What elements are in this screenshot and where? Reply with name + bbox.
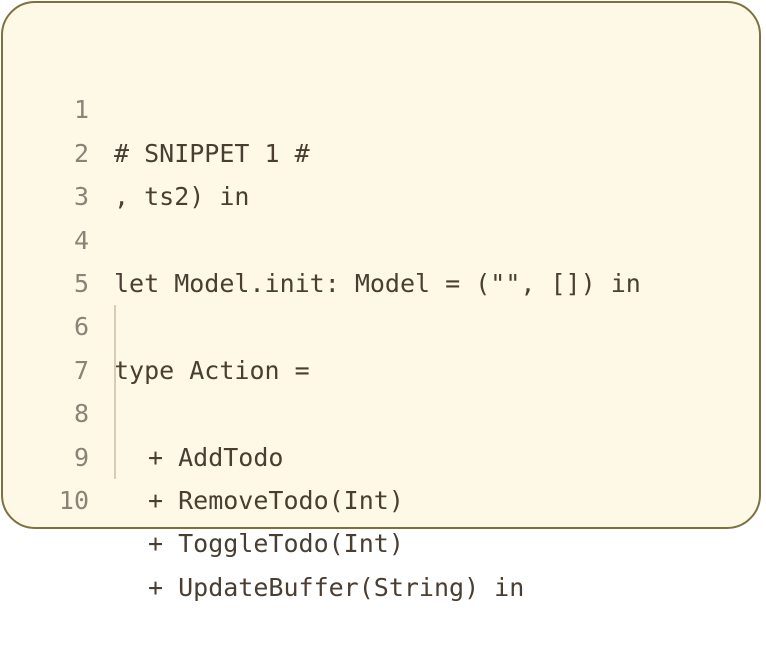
code-line-4: 4 let Model.init: Model = ("", []) in [3, 175, 759, 298]
code-block: 1 # SNIPPET 1 # 2 , ts2) in 3 4 let Mode… [3, 45, 759, 602]
line-text: + UpdateBuffer(String) in [148, 572, 525, 602]
code-line-1: 1 # SNIPPET 1 # [3, 45, 759, 167]
code-line-5: 5 [3, 219, 759, 298]
indent-guide [114, 435, 116, 479]
code-line-2: 2 , ts2) in [3, 88, 759, 211]
code-line-6: 6 type Action = [3, 262, 759, 384]
code-line-3: 3 [3, 132, 759, 211]
indent-guide [114, 305, 116, 349]
code-line-7: 7 + AddTodo [3, 305, 759, 472]
code-line-10: 10 + UpdateBuffer(String) in [3, 435, 759, 602]
code-snippet-card: 1 # SNIPPET 1 # 2 , ts2) in 3 4 let Mode… [1, 1, 761, 602]
line-number: 10 [58, 485, 89, 515]
line-text: + ToggleTodo(Int) [148, 529, 404, 559]
indent-guide [114, 392, 116, 436]
code-line-9: 9 + ToggleTodo(Int) [3, 392, 759, 558]
code-line-8: 8 + RemoveTodo(Int) [3, 348, 759, 515]
line-text: + RemoveTodo(Int) [148, 485, 404, 515]
indent-guide [114, 348, 116, 393]
